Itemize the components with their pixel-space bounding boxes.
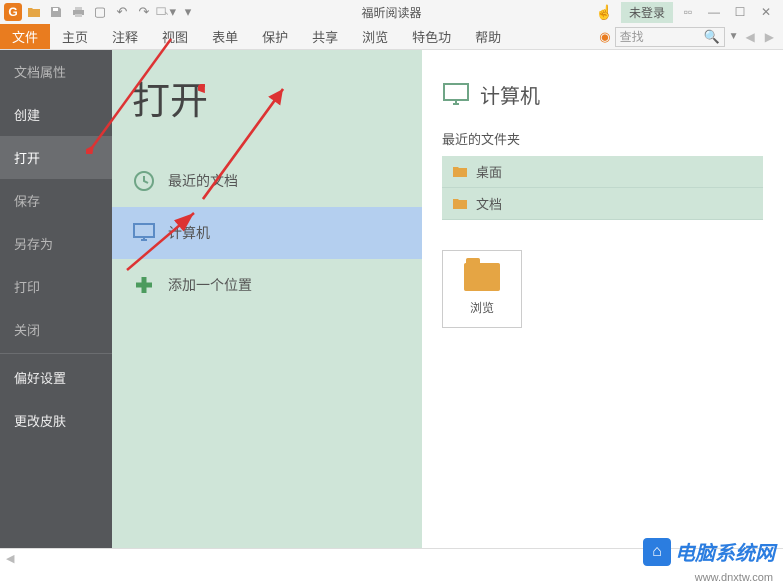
- open-row-label: 计算机: [168, 223, 210, 243]
- quick-access-toolbar: G ▢ ↶ ↷ ▾ ▾: [0, 3, 198, 21]
- open-row-label: 最近的文档: [168, 171, 238, 191]
- folder-item-documents[interactable]: 文档: [442, 188, 763, 220]
- open-recent-docs[interactable]: 最近的文档: [112, 155, 422, 207]
- titlebar: G ▢ ↶ ↷ ▾ ▾ 福昕阅读器 ☝ 未登录 ▫▫ — ☐ ✕: [0, 0, 783, 24]
- redo-icon[interactable]: ↷: [134, 3, 154, 21]
- right-panel-title: 计算机: [480, 80, 540, 109]
- dropdown-icon[interactable]: ▾: [156, 3, 176, 21]
- watermark: ⌂ 电脑系统网: [643, 537, 775, 566]
- sidebar-item-open[interactable]: 打开: [0, 136, 112, 179]
- ribbon-toggle-icon[interactable]: ▫▫: [677, 3, 699, 21]
- menu-right: ◉ 查找 🔍 ▼ ◀ ▶: [599, 24, 783, 49]
- folder-item-desktop[interactable]: 桌面: [442, 156, 763, 188]
- print-icon[interactable]: [68, 3, 88, 21]
- hand-icon[interactable]: ☝: [596, 4, 613, 21]
- content: 打开 最近的文档 计算机 添加一个位置: [112, 50, 783, 548]
- watermark-icon: ⌂: [643, 538, 671, 566]
- clipboard-icon[interactable]: ▢: [90, 3, 110, 21]
- menu-view[interactable]: 视图: [150, 24, 200, 49]
- open-row-label: 添加一个位置: [168, 275, 252, 295]
- file-sidebar: 文档属性 创建 打开 保存 另存为 打印 关闭 偏好设置 更改皮肤: [0, 50, 112, 548]
- bullet-icon[interactable]: ◉: [599, 29, 610, 45]
- minimize-icon[interactable]: —: [703, 3, 725, 21]
- plus-icon: [132, 273, 156, 297]
- sidebar-item-save[interactable]: 保存: [0, 179, 112, 222]
- menu-feature[interactable]: 特色功: [400, 24, 463, 49]
- folder-list: 桌面 文档: [442, 156, 763, 220]
- open-panel: 打开 最近的文档 计算机 添加一个位置: [112, 50, 422, 548]
- right-panel-header: 计算机: [442, 80, 763, 109]
- sidebar-item-preferences[interactable]: 偏好设置: [0, 356, 112, 399]
- menu-help[interactable]: 帮助: [463, 24, 513, 49]
- qat-customize-icon[interactable]: ▾: [178, 3, 198, 21]
- menu-comment[interactable]: 注释: [100, 24, 150, 49]
- close-icon[interactable]: ✕: [755, 3, 777, 21]
- open-add-location[interactable]: 添加一个位置: [112, 259, 422, 311]
- maximize-icon[interactable]: ☐: [729, 3, 751, 21]
- right-panel: 计算机 最近的文件夹 桌面 文档 浏览: [422, 50, 783, 548]
- login-button[interactable]: 未登录: [621, 2, 673, 23]
- sidebar-item-create[interactable]: 创建: [0, 93, 112, 136]
- menu-protect[interactable]: 保护: [250, 24, 300, 49]
- menu-share[interactable]: 共享: [300, 24, 350, 49]
- monitor-icon: [132, 221, 156, 245]
- nav-forward-icon[interactable]: ▶: [762, 30, 777, 44]
- search-input[interactable]: 查找 🔍: [615, 27, 725, 47]
- browse-label: 浏览: [470, 299, 494, 316]
- menu-form[interactable]: 表单: [200, 24, 250, 49]
- sidebar-item-saveas[interactable]: 另存为: [0, 222, 112, 265]
- app-title: 福昕阅读器: [361, 4, 421, 21]
- watermark-text: 电脑系统网: [675, 537, 775, 566]
- search-icon[interactable]: 🔍: [703, 29, 719, 45]
- folder-icon: [452, 197, 468, 210]
- folder-icon: [452, 165, 468, 178]
- sidebar-item-print[interactable]: 打印: [0, 265, 112, 308]
- menubar: 文件 主页 注释 视图 表单 保护 共享 浏览 特色功 帮助 ◉ 查找 🔍 ▼ …: [0, 24, 783, 50]
- menu-home[interactable]: 主页: [50, 24, 100, 49]
- sidebar-item-close[interactable]: 关闭: [0, 308, 112, 351]
- search-placeholder: 查找: [620, 28, 644, 45]
- app-icon[interactable]: G: [4, 3, 22, 21]
- save-icon[interactable]: [46, 3, 66, 21]
- open-title: 打开: [112, 70, 422, 125]
- recent-folders-label: 最近的文件夹: [442, 129, 763, 148]
- undo-icon[interactable]: ↶: [112, 3, 132, 21]
- menu-file[interactable]: 文件: [0, 24, 50, 49]
- main: 文档属性 创建 打开 保存 另存为 打印 关闭 偏好设置 更改皮肤 打开 最近的…: [0, 50, 783, 548]
- folder-label: 文档: [476, 194, 502, 213]
- folder-large-icon: [464, 263, 500, 291]
- statusbar-left-icon: ◀: [0, 552, 14, 565]
- clock-icon: [132, 169, 156, 193]
- monitor-icon: [442, 82, 470, 108]
- search-dropdown-icon[interactable]: ▼: [729, 31, 739, 42]
- menu-browse[interactable]: 浏览: [350, 24, 400, 49]
- sidebar-item-properties[interactable]: 文档属性: [0, 50, 112, 93]
- titlebar-right: ☝ 未登录 ▫▫ — ☐ ✕: [596, 2, 783, 23]
- browse-button[interactable]: 浏览: [442, 250, 522, 328]
- sidebar-item-skin[interactable]: 更改皮肤: [0, 399, 112, 442]
- open-folder-icon[interactable]: [24, 3, 44, 21]
- sidebar-separator: [0, 353, 112, 354]
- watermark-url: www.dnxtw.com: [695, 572, 773, 584]
- folder-label: 桌面: [476, 162, 502, 181]
- nav-back-icon[interactable]: ◀: [743, 30, 758, 44]
- open-computer[interactable]: 计算机: [112, 207, 422, 259]
